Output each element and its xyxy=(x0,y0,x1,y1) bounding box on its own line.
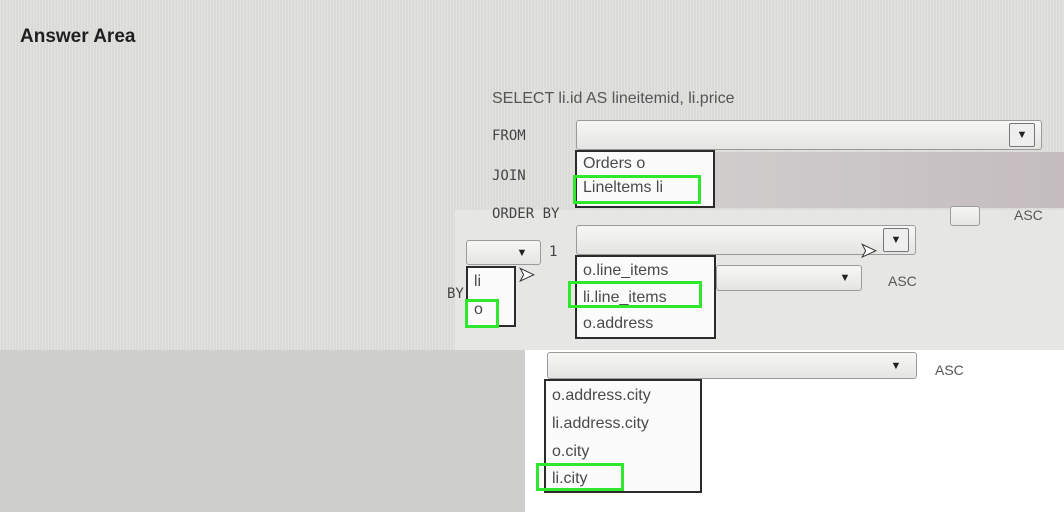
background-strip xyxy=(700,152,1064,208)
order-dropdown-1[interactable]: ▼ xyxy=(716,265,862,291)
order-option[interactable]: o.city xyxy=(552,443,589,461)
chevron-down-icon[interactable]: ▼ xyxy=(883,228,909,252)
join-option[interactable]: o.address xyxy=(583,315,653,333)
order-dropdown-stub[interactable] xyxy=(950,206,980,226)
order-by-keyword: ORDER BY xyxy=(492,206,560,222)
answer-area-title: Answer Area xyxy=(20,26,136,47)
selected-highlight xyxy=(568,281,702,308)
join-option[interactable]: o.line_items xyxy=(583,262,668,280)
chevron-down-icon[interactable]: ▼ xyxy=(510,243,534,262)
alias-option[interactable]: li xyxy=(474,273,481,291)
order-option[interactable]: o.address.city xyxy=(552,387,651,405)
selected-highlight xyxy=(465,299,499,328)
join-number-label: 1 xyxy=(549,244,558,260)
join-keyword: JOIN xyxy=(492,168,526,184)
chevron-down-icon[interactable]: ▼ xyxy=(884,355,908,376)
chevron-down-icon[interactable]: ▼ xyxy=(1009,123,1035,147)
background-panel-lower xyxy=(0,350,525,512)
mouse-pointer-icon: ➤ xyxy=(860,240,878,263)
asc-label: ASC xyxy=(888,273,917,289)
select-statement: SELECT li.id AS lineitemid, li.price xyxy=(492,90,735,107)
asc-label: ASC xyxy=(1014,207,1043,223)
from-keyword: FROM xyxy=(492,128,526,144)
asc-label: ASC xyxy=(935,362,964,378)
selected-highlight xyxy=(573,175,701,204)
mouse-pointer-icon: ➤ xyxy=(518,264,536,287)
selected-highlight xyxy=(536,463,624,491)
by-keyword: BY xyxy=(447,286,464,302)
chevron-down-icon[interactable]: ▼ xyxy=(833,268,857,288)
from-dropdown[interactable]: ▼ xyxy=(576,120,1042,150)
order-dropdown-2[interactable]: ▼ xyxy=(547,352,917,379)
order-option[interactable]: li.address.city xyxy=(552,415,649,433)
from-option[interactable]: Orders o xyxy=(583,155,645,173)
